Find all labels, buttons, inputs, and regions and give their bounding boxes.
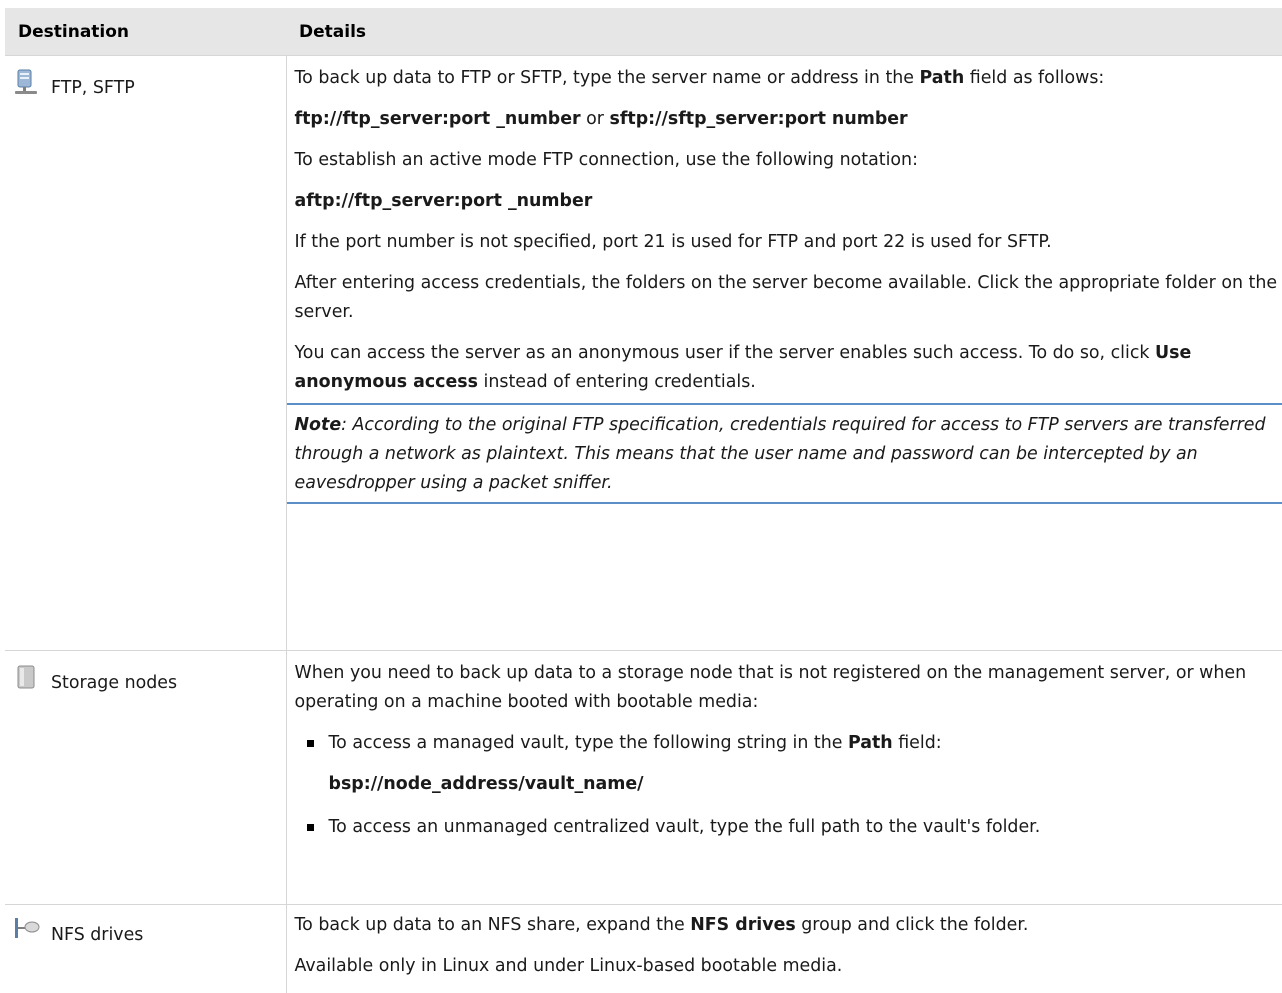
ftp-note: Note: According to the original FTP spec… <box>287 403 1282 504</box>
ftp-paragraph-1: To back up data to FTP or SFTP, type the… <box>295 64 1279 93</box>
destination-cell: Storage nodes <box>5 651 286 905</box>
list-item: To access an unmanaged centralized vault… <box>295 813 1279 842</box>
table-row-ftp: FTP, SFTP To back up data to FTP or SFTP… <box>5 56 1282 651</box>
column-header-destination: Destination <box>5 8 286 56</box>
details-cell: When you need to back up data to a stora… <box>286 651 1282 905</box>
details-cell: To back up data to an NFS share, expand … <box>286 905 1282 993</box>
destination-cell: NFS drives <box>5 905 286 993</box>
storage-bullet-list: To access a managed vault, type the foll… <box>295 729 1279 758</box>
storage-node-icon <box>13 663 41 691</box>
table-row-nfs: NFS drives To back up data to an NFS sha… <box>5 905 1282 993</box>
storage-paragraph-1: When you need to back up data to a stora… <box>295 659 1279 717</box>
document-page: Destination Details FTP, SFTP <box>0 0 1282 955</box>
destination-cell: FTP, SFTP <box>5 56 286 651</box>
nfs-paragraph-2: Available only in Linux and under Linux-… <box>295 952 1279 981</box>
column-header-details: Details <box>286 8 1282 56</box>
server-icon <box>13 68 41 96</box>
table-row-storage-nodes: Storage nodes When you need to back up d… <box>5 651 1282 905</box>
ftp-syntax: ftp://ftp_server:port _number or sftp://… <box>295 105 1279 134</box>
nfs-drive-icon <box>13 915 41 943</box>
ftp-paragraph-7: You can access the server as an anonymou… <box>295 339 1279 397</box>
bsp-syntax: bsp://node_address/vault_name/ <box>295 770 1279 799</box>
details-cell: To back up data to FTP or SFTP, type the… <box>286 56 1282 651</box>
storage-bullet-list: To access an unmanaged centralized vault… <box>295 813 1279 842</box>
nfs-paragraph-1: To back up data to an NFS share, expand … <box>295 911 1279 940</box>
aftp-syntax: aftp://ftp_server:port _number <box>295 187 1279 216</box>
ftp-paragraph-5: If the port number is not specified, por… <box>295 228 1279 257</box>
destination-table: Destination Details FTP, SFTP <box>5 8 1282 993</box>
ftp-paragraph-3: To establish an active mode FTP connecti… <box>295 146 1279 175</box>
list-item: To access a managed vault, type the foll… <box>295 729 1279 758</box>
destination-label: NFS drives <box>51 911 143 950</box>
destination-label: FTP, SFTP <box>51 64 135 103</box>
ftp-paragraph-6: After entering access credentials, the f… <box>295 269 1279 327</box>
destination-label: Storage nodes <box>51 659 177 698</box>
table-header-row: Destination Details <box>5 8 1282 56</box>
